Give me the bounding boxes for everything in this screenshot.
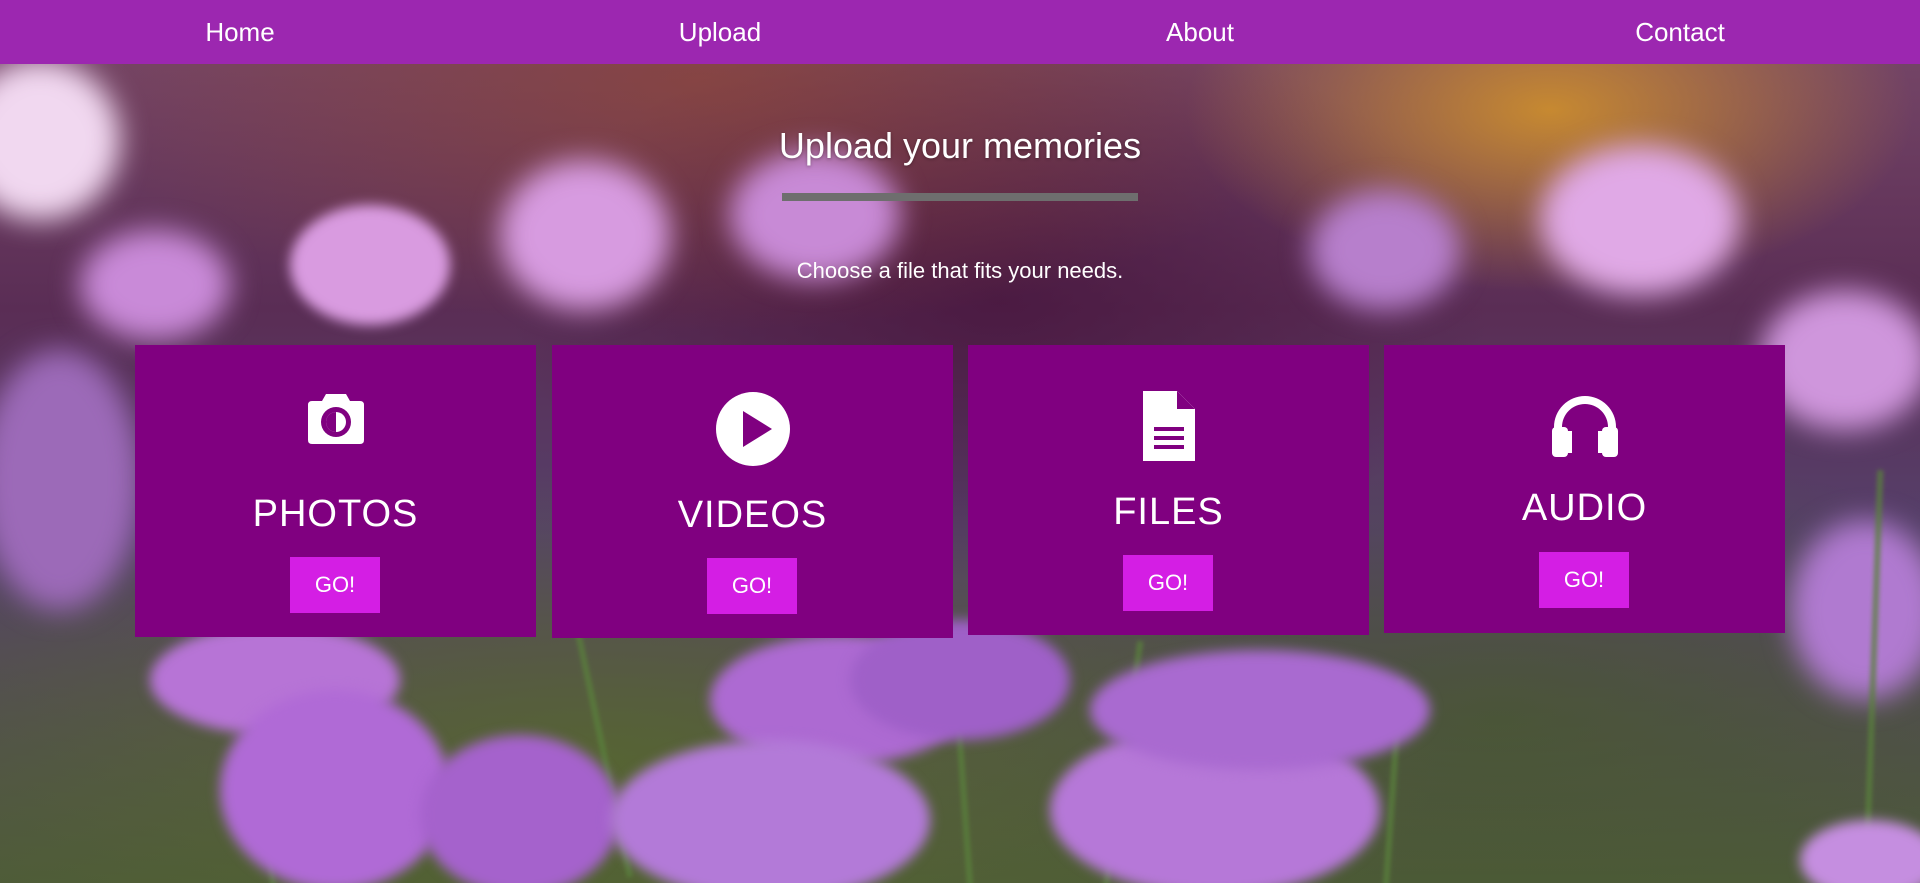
photos-go-button[interactable]: GO! — [290, 557, 380, 613]
document-icon — [968, 389, 1369, 468]
headphones-icon — [1384, 393, 1785, 462]
nav-about-link[interactable]: About — [1100, 0, 1300, 64]
title-underline — [782, 193, 1138, 201]
nav-contact-link[interactable]: Contact — [1580, 0, 1780, 64]
top-nav: Home Upload About Contact — [0, 0, 1920, 64]
nav-home-link[interactable]: Home — [140, 0, 340, 64]
page-title: Upload your memories — [778, 125, 1142, 166]
card-files: FILES GO! — [968, 345, 1369, 635]
card-videos: VIDEOS GO! — [552, 345, 953, 638]
page-subtitle: Choose a file that fits your needs. — [796, 258, 1124, 283]
files-go-button[interactable]: GO! — [1123, 555, 1213, 611]
camera-icon — [135, 392, 536, 451]
nav-upload-link[interactable]: Upload — [620, 0, 820, 64]
card-audio: AUDIO GO! — [1384, 345, 1785, 633]
card-photos: PHOTOS GO! — [135, 345, 536, 637]
play-circle-icon — [552, 392, 953, 471]
audio-go-button[interactable]: GO! — [1539, 552, 1629, 608]
videos-go-button[interactable]: GO! — [707, 558, 797, 614]
card-videos-title: VIDEOS — [677, 494, 828, 536]
card-audio-title: AUDIO — [1521, 487, 1648, 529]
card-photos-title: PHOTOS — [252, 493, 419, 535]
card-files-title: FILES — [1113, 491, 1224, 533]
